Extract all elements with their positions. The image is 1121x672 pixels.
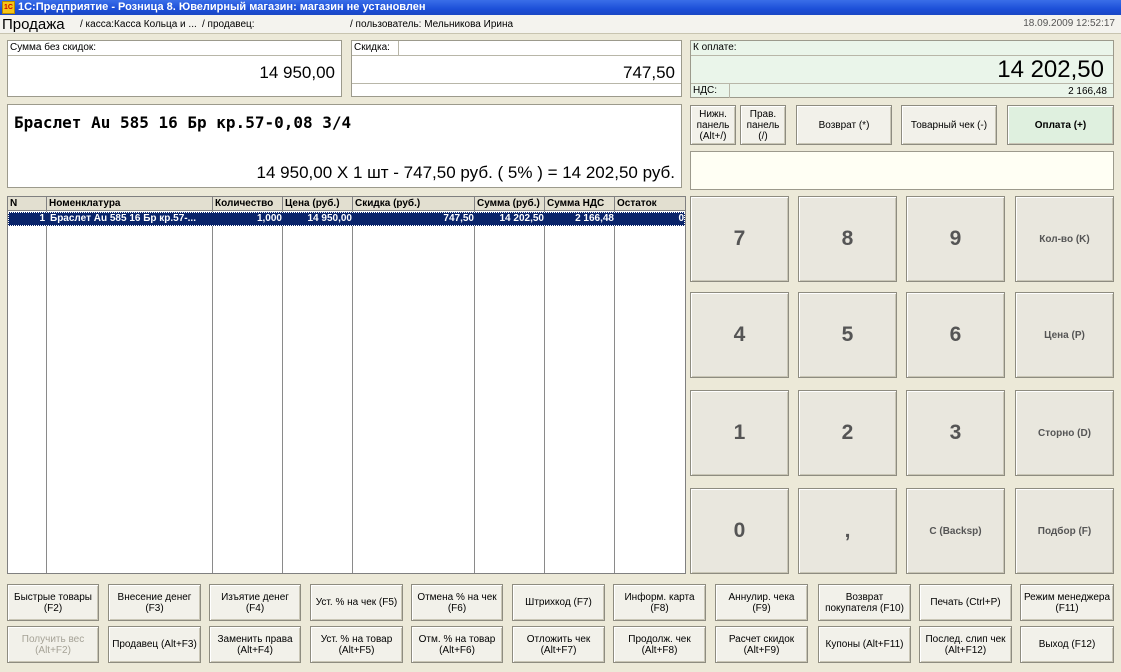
- column-header-nomenclature[interactable]: Номенклатура: [47, 197, 213, 211]
- cell-price: 14 950,00: [307, 213, 353, 224]
- cell-vat: 2 166,48: [575, 213, 614, 224]
- column-header-price[interactable]: Цена (руб.): [283, 197, 353, 211]
- key-5[interactable]: 5: [798, 292, 897, 378]
- key-2[interactable]: 2: [798, 390, 897, 476]
- column-header-vat[interactable]: Сумма НДС: [545, 197, 615, 211]
- manager-mode-button[interactable]: Режим менеджера (F11): [1020, 584, 1114, 621]
- pay-label: К оплате:: [693, 42, 737, 53]
- column-header-sum[interactable]: Сумма (руб.): [475, 197, 545, 211]
- get-weight-button[interactable]: Получить вес (Alt+F2): [7, 626, 99, 663]
- amount-to-pay-panel: К оплате: 14 202,50 НДС: 2 166,48: [690, 40, 1114, 98]
- current-item-panel: Браслет Au 585 16 Бр кр.57-0,08 3/4 14 9…: [7, 104, 682, 188]
- quick-goods-button[interactable]: Быстрые товары (F2): [7, 584, 99, 621]
- lower-panel-button[interactable]: Нижн. панель (Alt+/): [690, 105, 736, 145]
- window-title: 1С:Предприятие - Розница 8. Ювелирный ма…: [18, 1, 426, 13]
- payment-button[interactable]: Оплата (+): [1007, 105, 1114, 145]
- coupons-button[interactable]: Купоны (Alt+F11): [818, 626, 911, 663]
- sum-without-discount-panel: Сумма без скидок: 14 950,00: [7, 40, 342, 97]
- column-header-n[interactable]: N: [8, 197, 47, 211]
- current-item-name: Браслет Au 585 16 Бр кр.57-0,08 3/4: [14, 113, 352, 132]
- discount-label: Скидка:: [354, 42, 390, 53]
- right-panel-button[interactable]: Прав. панель (/): [740, 105, 786, 145]
- key-7[interactable]: 7: [690, 196, 789, 282]
- cell-remainder: 0: [678, 213, 684, 224]
- message-area: [690, 151, 1114, 190]
- calc-discounts-button[interactable]: Расчет скидок (Alt+F9): [715, 626, 808, 663]
- change-rights-button[interactable]: Заменить права (Alt+F4): [209, 626, 301, 663]
- discount-value: 747,50: [623, 63, 675, 82]
- continue-check-button[interactable]: Продолж. чек (Alt+F8): [613, 626, 706, 663]
- seller-label: / продавец:: [202, 19, 255, 30]
- datetime-label: 18.09.2009 12:52:17: [1023, 18, 1115, 29]
- vat-value: 2 166,48: [1068, 86, 1107, 97]
- quantity-button[interactable]: Кол-во (K): [1015, 196, 1114, 282]
- barcode-button[interactable]: Штрихкод (F7): [512, 584, 605, 621]
- items-table[interactable]: N Номенклатура Количество Цена (руб.) Ск…: [7, 196, 686, 574]
- discount-panel: Скидка: 747,50: [351, 40, 682, 97]
- pay-value: 14 202,50: [997, 56, 1104, 83]
- current-item-calculation: 14 950,00 Х 1 шт - 747,50 руб. ( 5% ) = …: [256, 163, 675, 182]
- cancel-check-discount-button[interactable]: Отмена % на чек (F6): [411, 584, 503, 621]
- window-titlebar: 1С 1С:Предприятие - Розница 8. Ювелирный…: [0, 0, 1121, 15]
- key-4[interactable]: 4: [690, 292, 789, 378]
- postpone-check-button[interactable]: Отложить чек (Alt+F7): [512, 626, 605, 663]
- return-button[interactable]: Возврат (*): [796, 105, 892, 145]
- last-slip-button[interactable]: Послед. слип чек (Alt+F12): [919, 626, 1012, 663]
- app-logo-icon: 1С: [2, 1, 15, 14]
- key-1[interactable]: 1: [690, 390, 789, 476]
- key-8[interactable]: 8: [798, 196, 897, 282]
- key-comma[interactable]: ,: [798, 488, 897, 574]
- select-button[interactable]: Подбор (F): [1015, 488, 1114, 574]
- table-header: N Номенклатура Количество Цена (руб.) Ск…: [8, 197, 685, 211]
- cell-quantity: 1,000: [256, 213, 282, 224]
- column-header-discount[interactable]: Скидка (руб.): [353, 197, 475, 211]
- kassa-label: / касса:Касса Кольца и ...: [80, 19, 197, 30]
- sum-value: 14 950,00: [259, 63, 335, 82]
- info-card-button[interactable]: Информ. карта (F8): [613, 584, 706, 621]
- key-0[interactable]: 0: [690, 488, 789, 574]
- annul-check-button[interactable]: Аннулир. чека (F9): [715, 584, 808, 621]
- user-label: / пользователь: Мельникова Ирина: [350, 19, 514, 30]
- customer-return-button[interactable]: Возврат покупателя (F10): [818, 584, 911, 621]
- key-9[interactable]: 9: [906, 196, 1005, 282]
- cancel-item-discount-button[interactable]: Отм. % на товар (Alt+F6): [411, 626, 503, 663]
- key-6[interactable]: 6: [906, 292, 1005, 378]
- print-button[interactable]: Печать (Ctrl+P): [919, 584, 1012, 621]
- seller-button[interactable]: Продавец (Alt+F3): [108, 626, 201, 663]
- cash-in-button[interactable]: Внесение денег (F3): [108, 584, 201, 621]
- sum-label: Сумма без скидок:: [10, 42, 97, 53]
- column-header-remainder[interactable]: Остаток: [615, 197, 685, 211]
- exit-button[interactable]: Выход (F12): [1020, 626, 1114, 663]
- cell-discount: 747,50: [443, 213, 474, 224]
- receipt-button[interactable]: Товарный чек (-): [901, 105, 997, 145]
- check-discount-button[interactable]: Уст. % на чек (F5): [310, 584, 403, 621]
- column-header-quantity[interactable]: Количество: [213, 197, 283, 211]
- key-3[interactable]: 3: [906, 390, 1005, 476]
- cell-n: 1: [39, 213, 45, 224]
- document-header: Продажа / касса:Касса Кольца и ... / про…: [0, 15, 1121, 34]
- document-title: Продажа: [2, 16, 65, 33]
- table-row[interactable]: 1 Браслет Au 585 16 Бр кр.57-... 1,000 1…: [8, 212, 685, 226]
- cell-nomenclature: Браслет Au 585 16 Бр кр.57-...: [50, 213, 196, 224]
- storno-button[interactable]: Сторно (D): [1015, 390, 1114, 476]
- item-discount-button[interactable]: Уст. % на товар (Alt+F5): [310, 626, 403, 663]
- vat-label: НДС:: [693, 85, 717, 96]
- cell-sum: 14 202,50: [499, 213, 545, 224]
- price-button[interactable]: Цена (P): [1015, 292, 1114, 378]
- backspace-button[interactable]: C (Backsp): [906, 488, 1005, 574]
- cash-out-button[interactable]: Изъятие денег (F4): [209, 584, 301, 621]
